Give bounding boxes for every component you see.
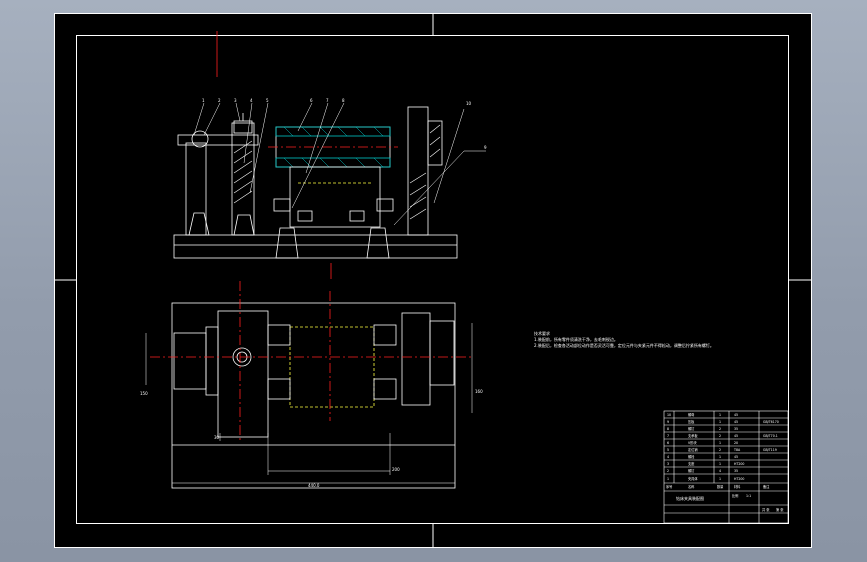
svg-text:支承板: 支承板: [688, 433, 698, 438]
svg-text:20: 20: [734, 441, 738, 445]
inner-border: [76, 35, 789, 524]
svg-text:GB/T70.1: GB/T70.1: [763, 434, 778, 438]
svg-text:V形块: V形块: [688, 440, 697, 445]
svg-text:螺母: 螺母: [688, 412, 694, 417]
title-block: [663, 410, 789, 524]
svg-text:1: 1: [719, 462, 721, 466]
svg-text:6: 6: [667, 441, 669, 445]
dim-overall-length: 440.0: [308, 483, 320, 488]
svg-text:夹具体: 夹具体: [688, 476, 698, 481]
svg-text:GB/T119: GB/T119: [763, 448, 777, 452]
dim-inner-length: 200: [392, 467, 400, 472]
scale-value: 1:1: [746, 494, 751, 498]
svg-text:2: 2: [719, 427, 721, 431]
dim-overall-width: 160: [475, 389, 483, 394]
svg-text:数量: 数量: [717, 484, 724, 489]
balloon-9: 9: [484, 145, 487, 150]
bom-row: 7 支承板 2 45 GB/T70.1: [667, 433, 778, 438]
svg-text:45: 45: [734, 455, 738, 459]
svg-text:材料: 材料: [734, 484, 741, 489]
svg-text:10: 10: [667, 413, 671, 417]
svg-text:螺钉: 螺钉: [688, 426, 695, 431]
balloons: 1 2 3 4 5 6 7 8 9 10: [202, 98, 487, 150]
bom-row: 10 螺母 1 45: [667, 412, 738, 417]
svg-text:1: 1: [719, 455, 721, 459]
balloon-6: 6: [310, 98, 313, 103]
scale-label: 比例: [732, 493, 738, 498]
balloon-3: 3: [234, 98, 237, 103]
svg-text:45: 45: [734, 413, 738, 417]
svg-text:支座: 支座: [688, 461, 695, 466]
svg-text:2: 2: [719, 448, 721, 452]
svg-text:2: 2: [667, 469, 669, 473]
svg-text:45: 45: [734, 420, 738, 424]
svg-text:1: 1: [719, 441, 721, 445]
svg-text:4: 4: [719, 469, 721, 473]
svg-text:备注: 备注: [763, 484, 770, 489]
bom-row: 9 压板 1 45 GB/T6170: [667, 419, 779, 424]
cad-drawing-canvas[interactable]: 1 2 3 4 5 6 7 8 9 10 440.0 200 160 150 3…: [54, 13, 812, 548]
balloon-1: 1: [202, 98, 205, 103]
svg-text:2: 2: [719, 434, 721, 438]
svg-text:定位销: 定位销: [688, 447, 698, 452]
sheet-total: 共 张: [762, 507, 770, 512]
svg-text:螺栓: 螺栓: [688, 454, 695, 459]
dim-small: 30: [214, 435, 220, 440]
svg-text:螺钉: 螺钉: [688, 468, 695, 473]
svg-text:HT200: HT200: [734, 462, 744, 466]
svg-text:7: 7: [667, 434, 669, 438]
svg-text:4: 4: [667, 455, 669, 459]
svg-text:5: 5: [667, 448, 669, 452]
bom-row: 3 支座 1 HT200: [667, 461, 744, 466]
balloon-2: 2: [218, 98, 221, 103]
balloon-4: 4: [250, 98, 253, 103]
svg-text:3: 3: [667, 462, 669, 466]
svg-text:35: 35: [734, 469, 738, 473]
bom-row: 5 定位销 2 T8A GB/T119: [667, 447, 777, 452]
front-view: [173, 31, 486, 279]
svg-text:序号: 序号: [666, 484, 672, 489]
top-view: [145, 281, 474, 489]
svg-text:8: 8: [667, 427, 669, 431]
balloon-7: 7: [326, 98, 329, 103]
bom-table: 10 螺母 1 45 9 压板 1 45 GB/T6170 8 螺钉 2 35 …: [666, 412, 784, 512]
balloon-5: 5: [266, 98, 269, 103]
drawing-sheet: 1 2 3 4 5 6 7 8 9 10 440.0 200 160 150 3…: [54, 13, 812, 548]
svg-text:名称: 名称: [688, 484, 695, 489]
bom-row: 8 螺钉 2 35: [667, 426, 738, 431]
svg-text:1: 1: [719, 420, 721, 424]
bom-row: 4 螺栓 1 45: [667, 454, 738, 459]
bom-row: 2 螺钉 4 35: [667, 468, 738, 473]
dimension-labels: 440.0 200 160 150 30: [140, 389, 483, 488]
svg-text:1: 1: [719, 413, 721, 417]
sheet-number: 第 张: [776, 507, 784, 512]
notes-line-2: 2.装配后，检查各活动部位动作是否灵活可靠，定位元件与夹紧元件不得松动，调整后拧…: [534, 343, 714, 348]
balloon-10: 10: [466, 101, 472, 106]
outer-frame: [54, 13, 812, 548]
technical-notes: 技术要求 1.装配前，所有零件须清洗干净，去毛刺锐边。 2.装配后，检查各活动部…: [534, 331, 714, 349]
svg-text:1: 1: [719, 477, 721, 481]
dim-left-height: 150: [140, 391, 148, 396]
bom-row: 1 夹具体 1 HT200: [667, 476, 744, 481]
drawing-name: 钻床夹具装配图: [676, 495, 704, 501]
svg-text:1: 1: [667, 477, 669, 481]
svg-text:压板: 压板: [688, 419, 695, 424]
svg-text:45: 45: [734, 434, 738, 438]
svg-text:T8A: T8A: [733, 448, 741, 452]
svg-text:HT200: HT200: [734, 477, 744, 481]
bom-row: 6 V形块 1 20: [667, 440, 738, 445]
balloon-8: 8: [342, 98, 345, 103]
svg-text:9: 9: [667, 420, 669, 424]
svg-text:GB/T6170: GB/T6170: [763, 420, 779, 424]
svg-text:35: 35: [734, 427, 738, 431]
centering-marks: [54, 13, 812, 548]
bom-header: 序号 名称 数量 材料 备注: [666, 484, 770, 489]
